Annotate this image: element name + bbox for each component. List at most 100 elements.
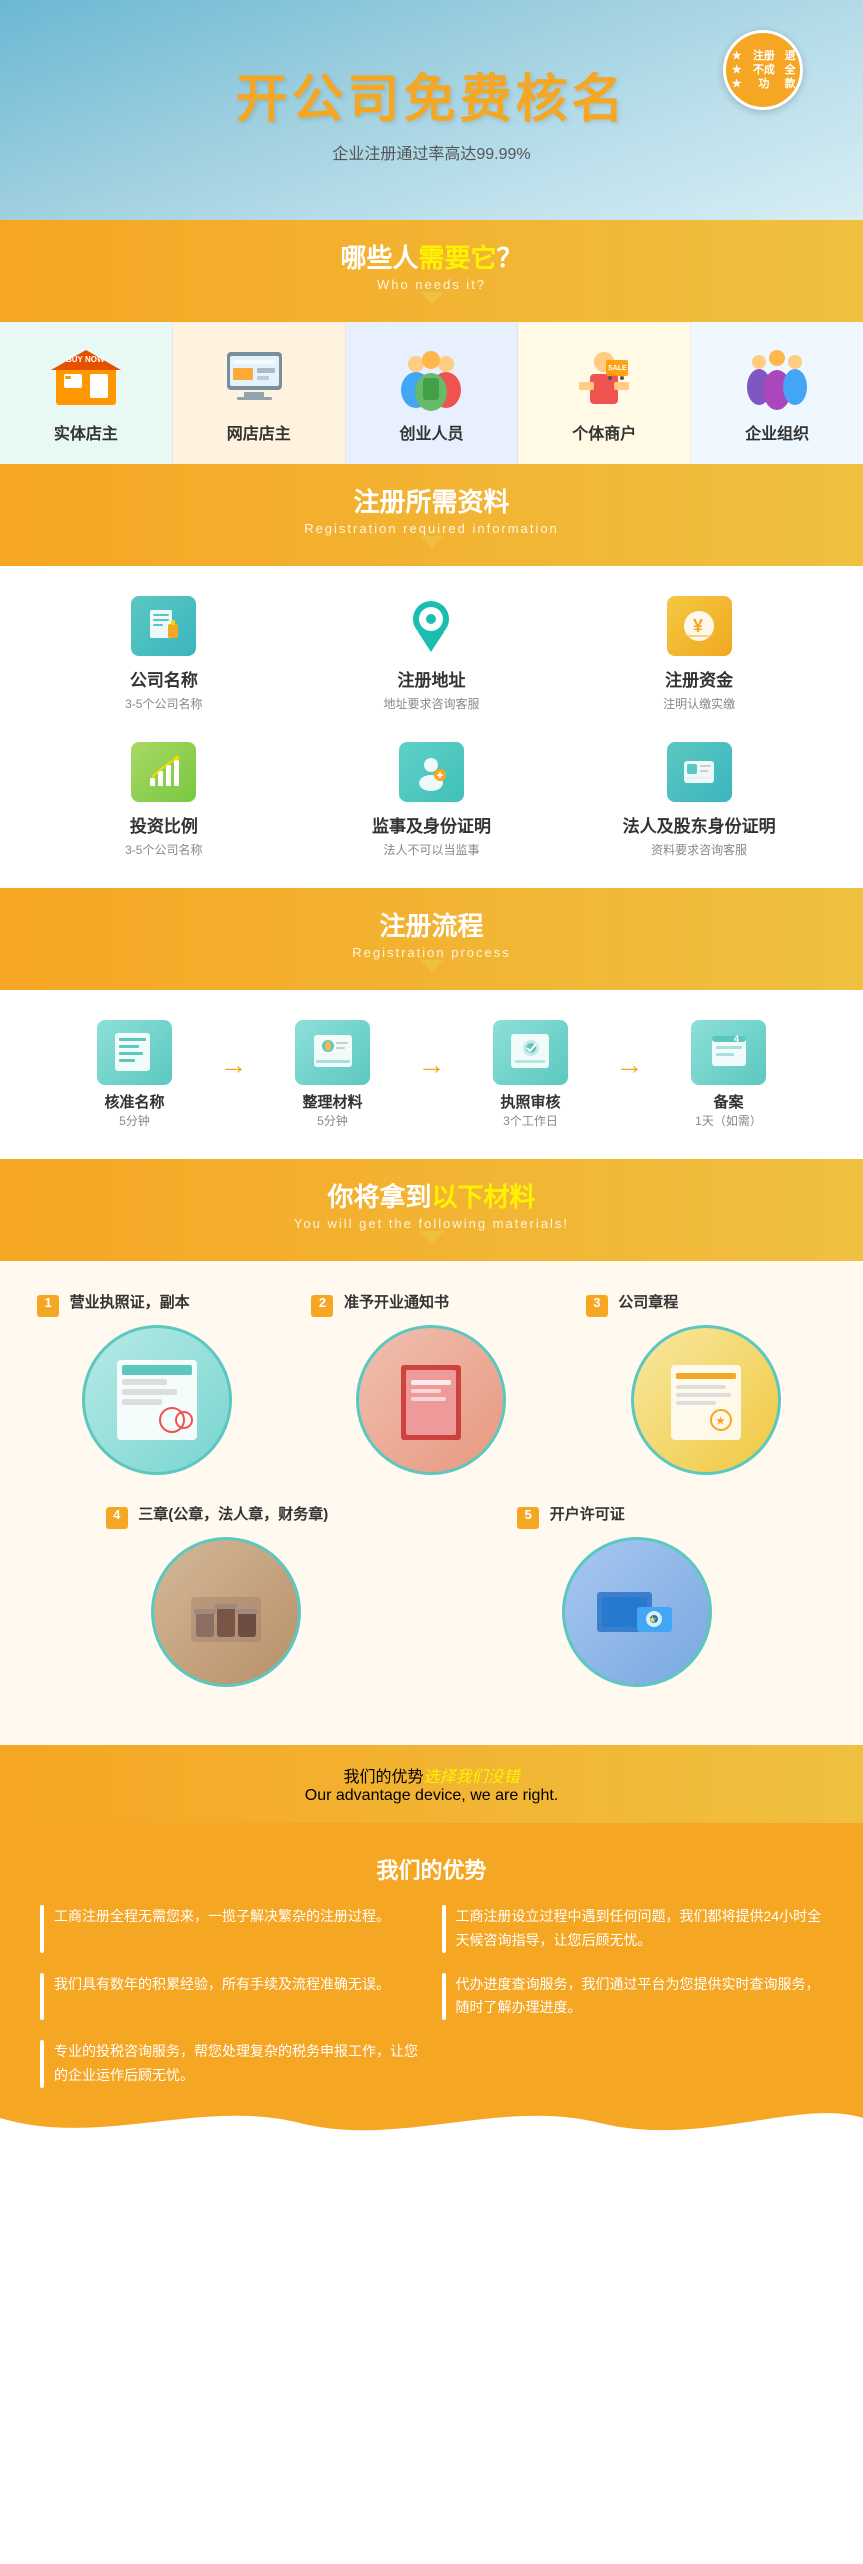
hero-badge: ★ ★ ★ 注册不成功 退全款 [723, 30, 803, 110]
material-text-2: 准予开业通知书 [344, 1294, 449, 1311]
reg-title-company: 公司名称 [130, 666, 198, 691]
hero-content: 开公司免费核名 企业注册通过率高达99.99% [235, 57, 627, 164]
reg-desc-company: 3-5个公司名称 [125, 695, 202, 712]
reg-title-supervisor: 监事及身份证明 [372, 812, 491, 837]
reg-item-legal: 法人及股东身份证明 资料要求咨询客服 [575, 742, 823, 858]
advantages-main: 我们的优势 工商注册全程无需您来，一揽子解决繁杂的注册过程。 工商注册设立过程中… [0, 1823, 863, 2148]
who-item-startup: 创业人员 [346, 322, 519, 464]
advantages-grid: 工商注册全程无需您来，一揽子解决繁杂的注册过程。 工商注册设立过程中遇到任何问题… [40, 1905, 823, 2088]
process-step-4: 4 备案 1天（如需） [649, 1020, 809, 1129]
reg-item-company-name: 公司名称 3-5个公司名称 [40, 596, 288, 712]
mat-circle-2 [356, 1325, 506, 1475]
reg-header-sub: Registration required information [0, 521, 863, 536]
material-item-5: 5 开户许可证 ★ [517, 1503, 757, 1695]
material-label-2: 2 准予开业通知书 [311, 1291, 551, 1317]
adv-bar-3 [40, 1973, 44, 2021]
investment-icon [131, 742, 196, 802]
registration-grid: 公司名称 3-5个公司名称 注册地址 地址要求咨询客服 ¥ [40, 596, 823, 858]
online-shop-icon [219, 342, 299, 412]
material-num-2: 2 [311, 1295, 333, 1317]
who-label-personal: 个体商户 [528, 420, 680, 444]
material-label-1: 1 营业执照证，副本 [37, 1291, 277, 1317]
process-time-1: 5分钟 [119, 1112, 150, 1129]
process-time-4: 1天（如需） [695, 1112, 762, 1129]
adv-bar-5 [40, 2040, 44, 2088]
adv-item-2: 工商注册设立过程中遇到任何问题，我们都将提供24小时全天候咨询指导，让您后顾无忧… [442, 1905, 824, 1953]
reg-arrow [420, 536, 444, 548]
arrow-1: → [220, 1049, 248, 1081]
reg-item-address: 注册地址 地址要求咨询客服 [308, 596, 556, 712]
who-header-title: 哪些人需要它？ [0, 238, 863, 275]
check-name-icon [97, 1020, 172, 1085]
process-name-4: 备案 [713, 1091, 743, 1112]
corp-icon [737, 342, 817, 412]
hero-title: 开公司免费核名 [235, 57, 627, 132]
material-num-1: 1 [37, 1295, 59, 1317]
arrow-3: → [616, 1049, 644, 1081]
adv-header-title: 我们的优势选择我们没错 [0, 1763, 863, 1787]
adv-item-4: 代办进度查询服务，我们通过平台为您提供实时查询服务，随时了解办理进度。 [442, 1973, 824, 2021]
svg-text:BUY NOW: BUY NOW [66, 355, 105, 364]
material-num-3: 3 [586, 1295, 608, 1317]
who-grid: BUY NOW 实体店主 网店店主 [0, 322, 863, 464]
shop-icon: BUY NOW [46, 342, 126, 412]
address-icon [399, 596, 464, 656]
process-time-2: 5分钟 [317, 1112, 348, 1129]
material-text-1: 营业执照证，副本 [70, 1294, 190, 1311]
badge-line1: 注册不成功 [747, 49, 780, 92]
process-grid: 核准名称 5分钟 → 整理材料 5分钟 → [20, 1020, 843, 1129]
who-needs-section: BUY NOW 实体店主 网店店主 [0, 322, 863, 464]
record-icon: 4 [691, 1020, 766, 1085]
reg-item-capital: ¥ 注册资金 注明认缴实缴 [575, 596, 823, 712]
reg-title-capital: 注册资金 [665, 666, 733, 691]
personal-icon: SALE [564, 342, 644, 412]
svg-text:SALE: SALE [608, 365, 627, 372]
materials-header-sub: You will get the following materials! [0, 1216, 863, 1231]
material-item-1: 1 营业执照证，副本 [37, 1291, 277, 1483]
review-icon [493, 1020, 568, 1085]
adv-text-3: 我们具有数年的积累经验，所有手续及流程准确无误。 [54, 1973, 390, 2021]
who-label-shop: 实体店主 [10, 420, 162, 444]
adv-text-2: 工商注册设立过程中遇到任何问题，我们都将提供24小时全天候咨询指导，让您后顾无忧… [456, 1905, 824, 1953]
material-label-5: 5 开户许可证 [517, 1503, 757, 1529]
adv-bar-2 [442, 1905, 446, 1953]
reg-header: 注册所需资料 Registration required information [0, 464, 863, 566]
process-name-3: 执照审核 [500, 1091, 560, 1112]
mat-circle-3: ★ [631, 1325, 781, 1475]
material-label-4: 4 三章(公章，法人章，财务章) [106, 1503, 346, 1529]
material-item-4: 4 三章(公章，法人章，财务章) [106, 1503, 346, 1695]
process-name-2: 整理材料 [302, 1091, 362, 1112]
material-num-4: 4 [106, 1507, 128, 1529]
who-header-sub: Who needs it? [0, 277, 863, 292]
organize-icon [295, 1020, 370, 1085]
adv-bar-4 [442, 1973, 446, 2021]
who-label-startup: 创业人员 [356, 420, 508, 444]
who-item-corp: 企业组织 [691, 322, 863, 464]
legal-icon [667, 742, 732, 802]
adv-item-1: 工商注册全程无需您来，一揽子解决繁杂的注册过程。 [40, 1905, 422, 1953]
adv-text-4: 代办进度查询服务，我们通过平台为您提供实时查询服务，随时了解办理进度。 [456, 1973, 824, 2021]
company-name-icon [131, 596, 196, 656]
process-header-sub: Registration process [0, 945, 863, 960]
reg-title-legal: 法人及股东身份证明 [623, 812, 776, 837]
materials-row-2: 4 三章(公章，法人章，财务章) 5 开户许可证 [30, 1503, 833, 1695]
adv-item-5: 专业的投税咨询服务，帮您处理复杂的税务申报工作，让您的企业运作后顾无忧。 [40, 2040, 422, 2088]
process-arrow-header [420, 960, 444, 972]
adv-text-1: 工商注册全程无需您来，一揽子解决繁杂的注册过程。 [54, 1905, 390, 1953]
adv-bar-1 [40, 1905, 44, 1953]
process-step-3: 执照审核 3个工作日 [451, 1020, 611, 1129]
materials-header: 你将拿到以下材料 You will get the following mate… [0, 1159, 863, 1261]
adv-section-title: 我们的优势 [40, 1853, 823, 1885]
reg-desc-investment: 3-5个公司名称 [125, 841, 202, 858]
svg-text:★: ★ [716, 1416, 725, 1427]
reg-desc-capital: 注明认缴实缴 [663, 695, 735, 712]
process-header-title: 注册流程 [0, 906, 863, 943]
material-num-5: 5 [517, 1507, 539, 1529]
svg-text:★: ★ [648, 1615, 657, 1626]
reg-desc-supervisor: 法人不可以当监事 [383, 841, 479, 858]
reg-item-investment: 投资比例 3-5个公司名称 [40, 742, 288, 858]
material-text-3: 公司章程 [618, 1294, 678, 1311]
who-item-personal: SALE 个体商户 [518, 322, 691, 464]
who-item-shop: BUY NOW 实体店主 [0, 322, 173, 464]
reg-item-supervisor: 监事及身份证明 法人不可以当监事 [308, 742, 556, 858]
